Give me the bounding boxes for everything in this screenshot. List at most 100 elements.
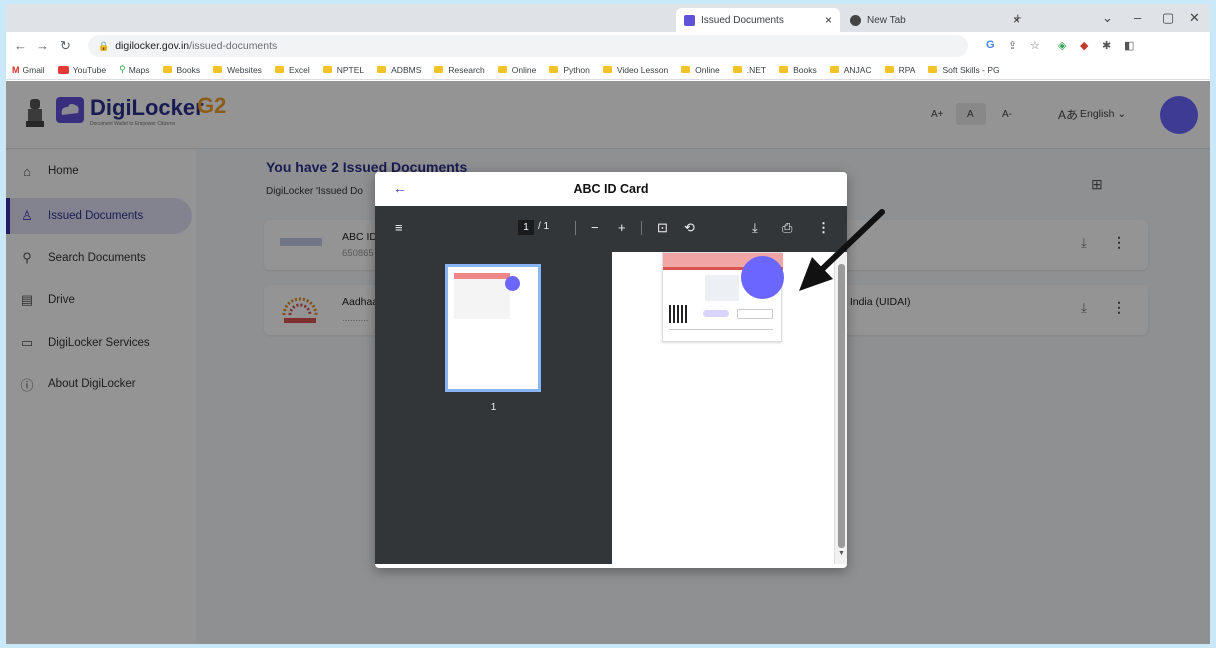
bookmark-label: Online [511,64,537,75]
bookmark-item[interactable]: .NET [732,64,767,75]
fit-to-page-icon[interactable]: ⊡ [657,220,668,236]
minimize-icon[interactable]: – [1134,10,1141,25]
bookmark-item[interactable]: Soft Skills - PG [928,64,1000,75]
url-host: digilocker.gov.in [115,40,190,52]
menu-icon[interactable]: ≡ [395,220,403,235]
bookmark-label: ANJAC [843,64,872,75]
bookmark-item[interactable]: YouTube [57,64,107,75]
modal-header: ← ABC ID Card [375,172,847,206]
google-icon[interactable]: G [986,39,995,51]
folder-icon [322,66,332,73]
pdf-page-view [612,252,834,564]
side-panel-icon[interactable]: ◧ [1124,39,1134,52]
highlight-marker [741,256,784,299]
bookmark-label: Maps [128,64,150,75]
bookmark-label: Python [563,64,590,75]
modal-title: ABC ID Card [573,182,649,196]
page-number-input[interactable]: 1 [518,220,534,235]
bookmark-item[interactable]: Video Lesson [602,65,668,75]
address-bar-row: ← → ↻ 🔒 digilocker.gov.in /issued-docume… [6,32,1210,60]
maximize-icon[interactable]: ▢ [1162,10,1174,26]
bookmark-item[interactable]: Books [779,65,817,75]
signature-box [737,309,773,319]
back-icon[interactable]: ← [14,38,27,53]
bookmark-item[interactable]: M Gmail [12,65,45,75]
thumbnail-panel: 1 [375,252,612,564]
tab-strip: Issued Documents × New Tab × + ⌄ – ▢ ✕ [6,4,1210,32]
scroll-down-icon[interactable]: ▼ [838,550,845,557]
new-tab-button[interactable]: + [1014,10,1022,25]
folder-icon [602,66,612,73]
folder-icon [779,66,789,73]
bookmark-item[interactable]: ⚲ Maps [119,64,149,75]
bookmark-label: Online [695,64,720,75]
id-card-footer [669,329,773,337]
tab-search-icon[interactable]: ⌄ [1102,10,1113,26]
toolbar-divider [575,221,576,235]
folder-icon [274,66,284,73]
bookmark-item[interactable]: Websites [213,65,262,75]
pdf-scrollbar[interactable]: ▼ [834,252,847,564]
close-tab-icon[interactable]: × [825,13,832,27]
bookmark-item[interactable]: ADBMS [377,65,421,75]
bookmark-label: NPTEL [336,64,365,75]
folder-icon [434,66,444,73]
maps-icon: ⚲ [119,64,126,74]
folder-icon [681,66,691,73]
url-input[interactable]: 🔒 digilocker.gov.in /issued-documents [88,35,968,57]
reload-icon[interactable]: ↻ [60,38,71,54]
tab-title: Issued Documents [701,14,784,26]
bookmark-label: Research [448,64,485,75]
url-path: /issued-documents [189,40,278,52]
extensions-puzzle-icon[interactable]: ✱ [1102,39,1111,52]
scrollbar-thumb[interactable] [838,264,845,548]
bookmark-item[interactable]: Books [162,64,201,75]
folder-icon [213,66,223,73]
bookmarks-bar: M Gmail YouTube ⚲ Maps Books Websites Excel NPTE… [6,60,1210,80]
bookmark-item[interactable]: NPTEL [322,64,365,75]
bookmark-item[interactable]: Research [434,64,485,75]
page-thumbnail[interactable] [445,264,541,392]
bookmark-item[interactable]: Python [549,64,590,75]
zoom-out-icon[interactable]: − [591,220,599,235]
folder-icon [884,66,894,73]
folder-icon [928,66,938,73]
bookmark-label: Excel [288,64,310,75]
extension-icon[interactable]: ◆ [1080,39,1088,52]
bookmark-label: Books [176,64,201,75]
browser-window: Issued Documents × New Tab × + ⌄ – ▢ ✕ ←… [6,4,1210,644]
highlight-marker [505,276,520,291]
folder-icon [549,66,559,73]
rotate-icon[interactable]: ⟲ [684,220,695,236]
bookmark-star-icon[interactable]: ☆ [1030,39,1040,52]
bookmark-label: YouTube [72,64,107,75]
bookmark-label: RPA [898,64,916,75]
folder-icon [829,66,839,73]
extension-vpn-icon[interactable]: ◈ [1058,39,1066,52]
forward-icon[interactable]: → [36,38,49,53]
page-total: / 1 [538,221,550,232]
tab-issued-documents[interactable]: Issued Documents × [676,8,840,32]
gmail-icon: M [12,64,20,75]
folder-icon [162,66,172,73]
download-icon[interactable]: ⤓ [752,220,758,236]
tab-title: New Tab [867,14,906,26]
tab-new-tab[interactable]: New Tab × [842,8,1028,32]
bookmark-item[interactable]: Excel [274,64,310,75]
qr-code [669,305,687,323]
bookmark-item[interactable]: Online [497,64,537,75]
chrome-favicon-icon [850,14,861,26]
bookmark-item[interactable]: Online [681,65,720,75]
print-icon[interactable]: ⎙ [782,220,792,236]
close-window-icon[interactable]: ✕ [1189,10,1200,26]
bookmark-label: Soft Skills - PG [942,64,1000,75]
toolbar-divider [641,221,642,235]
bookmark-label: .NET [746,64,767,75]
zoom-in-icon[interactable]: + [618,220,626,235]
document-viewer-modal: ← ABC ID Card ≡ 1 / 1 − + ⊡ ⟲ ⤓ ⎙ ⋮ 1 ▼ [375,172,847,568]
share-icon[interactable]: ⇪ [1008,39,1017,52]
bookmark-item[interactable]: RPA [884,64,916,75]
youtube-icon [57,65,69,74]
bookmark-item[interactable]: ANJAC [829,64,872,75]
more-actions-icon[interactable]: ⋮ [817,220,830,236]
